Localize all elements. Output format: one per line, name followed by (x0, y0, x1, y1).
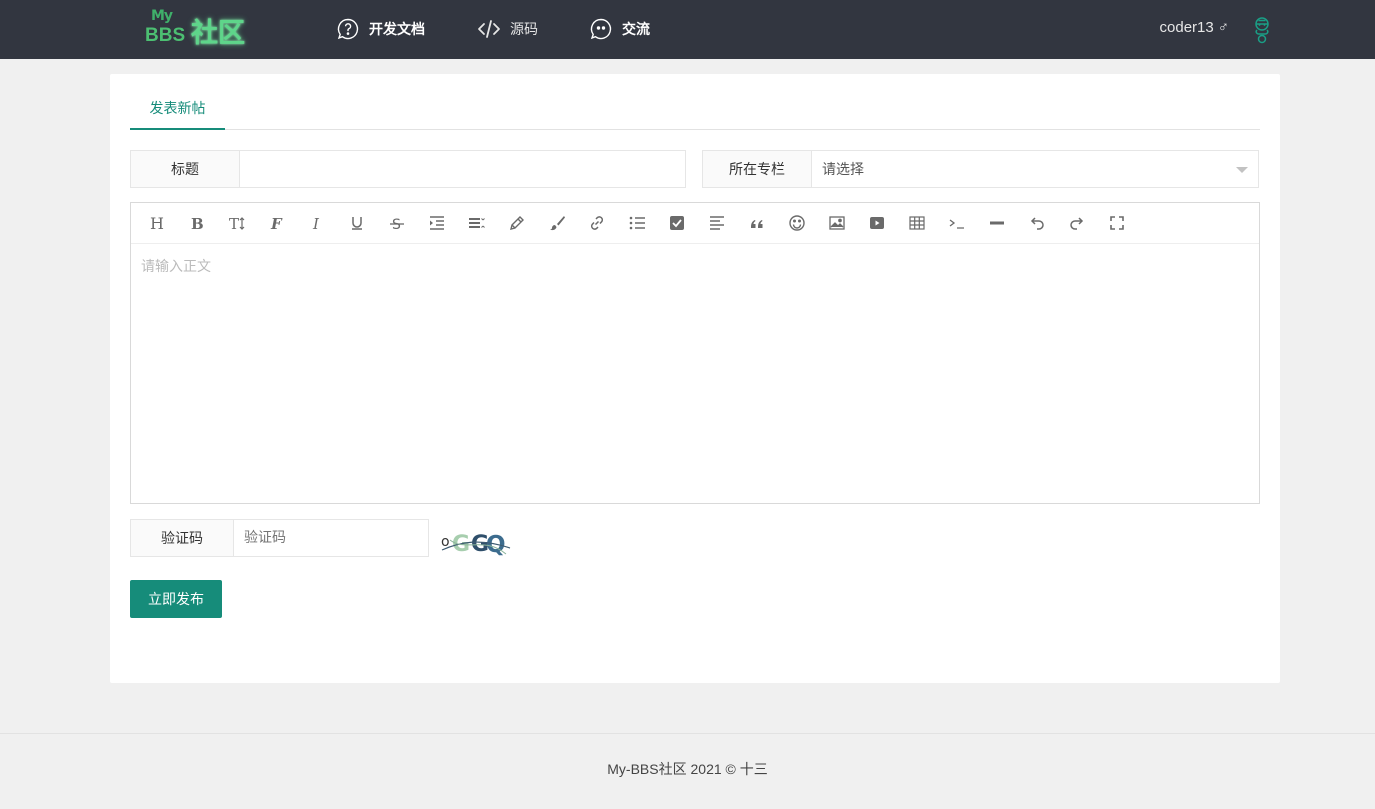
code-block-icon[interactable] (947, 213, 967, 233)
tab-divider (130, 129, 1260, 130)
captcha-field: 验证码 (130, 519, 429, 557)
column-select[interactable]: 请选择 (812, 151, 1258, 187)
align-icon[interactable] (707, 213, 727, 233)
editor-content-area[interactable]: 请输入正文 (131, 244, 1259, 288)
publish-button[interactable]: 立即发布 (130, 580, 222, 618)
title-field: 标题 (130, 150, 686, 188)
footer-copyright: My-BBS社区 2021 © 十三 (607, 761, 768, 777)
redo-icon[interactable] (1067, 213, 1087, 233)
captcha-input[interactable] (234, 520, 428, 556)
question-bubble-icon (336, 17, 360, 41)
pen-icon[interactable] (507, 213, 527, 233)
emoji-icon[interactable] (787, 213, 807, 233)
new-post-card: 发表新帖 标题 所在专栏 请选择 H B T F I S (110, 74, 1280, 683)
markdown-editor: H B T F I S 请输入正文 (130, 202, 1260, 504)
nav-item-source[interactable]: 源码 (477, 16, 538, 42)
link-icon[interactable] (587, 213, 607, 233)
image-icon[interactable] (827, 213, 847, 233)
underline-icon[interactable] (347, 213, 367, 233)
site-logo[interactable]: My BBS 社区 (145, 8, 255, 49)
column-label: 所在专栏 (703, 151, 812, 187)
text-size-icon[interactable]: T (227, 213, 247, 233)
logo-community-text: 社区 (191, 18, 245, 49)
user-menu[interactable]: coder13 ♂ (1160, 19, 1229, 36)
list-icon[interactable] (627, 213, 647, 233)
tab-new-post[interactable]: 发表新帖 (130, 91, 225, 130)
logo-my-text: My (151, 8, 173, 24)
gender-male-icon: ♂ (1217, 19, 1229, 36)
svg-text:B: B (191, 215, 204, 232)
fullscreen-icon[interactable] (1107, 213, 1127, 233)
column-field: 所在专栏 请选择 (702, 150, 1259, 188)
code-icon (477, 17, 501, 41)
indent-icon[interactable] (427, 213, 447, 233)
svg-text:I: I (312, 215, 320, 232)
heading-icon[interactable]: H (147, 213, 167, 233)
avatar-icon[interactable] (1250, 15, 1274, 45)
nav-item-label: 源码 (510, 22, 538, 38)
svg-text:T: T (229, 215, 239, 232)
strikethrough-icon[interactable]: S (387, 213, 407, 233)
caret-down-icon (1236, 167, 1248, 173)
footer-divider (0, 733, 1375, 734)
bold-icon[interactable]: B (187, 213, 207, 233)
logo-bbs-text: BBS (145, 25, 186, 46)
font-icon[interactable]: F (267, 213, 287, 233)
quote-icon[interactable] (747, 213, 767, 233)
captcha-label: 验证码 (131, 520, 234, 556)
chat-bubble-icon (589, 17, 613, 41)
column-select-value: 请选择 (822, 162, 864, 178)
top-nav-bar: My BBS 社区 开发文档 源码 交流 coder13 ♂ (0, 0, 1375, 59)
nav-item-label: 交流 (622, 22, 650, 38)
line-height-icon[interactable] (467, 213, 487, 233)
svg-text:F: F (270, 215, 283, 232)
editor-toolbar: H B T F I S (131, 203, 1259, 244)
table-icon[interactable] (907, 213, 927, 233)
title-input[interactable] (240, 151, 685, 187)
captcha-image[interactable]: o G G Q (440, 526, 515, 556)
brush-icon[interactable] (547, 213, 567, 233)
username: coder13 (1159, 19, 1214, 36)
hr-icon[interactable] (987, 213, 1007, 233)
italic-icon[interactable]: I (307, 213, 327, 233)
nav-item-label: 开发文档 (369, 22, 425, 38)
checkbox-icon[interactable] (667, 213, 687, 233)
video-icon[interactable] (867, 213, 887, 233)
nav-item-chat[interactable]: 交流 (589, 16, 650, 42)
nav-item-docs[interactable]: 开发文档 (336, 16, 425, 42)
title-label: 标题 (131, 151, 240, 187)
undo-icon[interactable] (1027, 213, 1047, 233)
svg-text:H: H (150, 214, 164, 232)
